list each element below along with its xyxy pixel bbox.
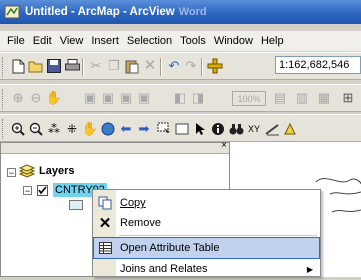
menu-item-remove[interactable]: ✕ Remove — [94, 213, 319, 233]
fixed-zoom-in-icon[interactable]: ⁂ — [46, 121, 62, 137]
menu-view[interactable]: View — [60, 35, 84, 47]
hyperlink-icon[interactable] — [282, 121, 298, 137]
select-features-icon[interactable] — [156, 121, 172, 137]
menu-help[interactable]: Help — [261, 35, 284, 47]
zoom-100-icon[interactable]: ▣ — [100, 90, 116, 106]
menu-item-open-attribute-table[interactable]: Open Attribute Table — [93, 237, 320, 259]
fixed-zoom-in-icon[interactable]: ▣ — [118, 90, 134, 106]
clear-selection-icon[interactable] — [174, 121, 190, 137]
find-binoculars-icon[interactable] — [228, 121, 244, 137]
data-driven-pages-icon[interactable]: ⊞ — [340, 90, 356, 106]
redo-icon[interactable]: ↷ — [183, 58, 199, 74]
zoom-out-icon[interactable] — [28, 121, 44, 137]
paste-icon[interactable] — [124, 58, 140, 74]
toolbar-separator — [82, 58, 84, 76]
back-extent-icon[interactable]: ◧ — [172, 90, 188, 106]
layers-stack-icon — [19, 164, 35, 178]
layout-zoom-in-icon[interactable]: ⊕ — [10, 90, 26, 106]
menu-item-open-attribute-table-label: Open Attribute Table — [120, 242, 220, 254]
delete-icon[interactable]: ✕ — [142, 58, 158, 74]
toc-layers-label[interactable]: Layers — [39, 165, 74, 177]
add-data-icon[interactable] — [207, 58, 223, 74]
menu-file[interactable]: File — [7, 35, 25, 47]
arcmap-app-icon — [4, 5, 20, 19]
focus-frame-icon[interactable]: ▥ — [294, 90, 310, 106]
toc-header: × — [1, 140, 229, 154]
layout-pan-icon[interactable]: ✋ — [46, 90, 62, 106]
toggle-draft-icon[interactable]: ▤ — [272, 90, 288, 106]
close-icon[interactable]: × — [221, 140, 227, 151]
zoom-whole-page-icon[interactable]: ▣ — [82, 90, 98, 106]
menu-bar: File Edit View Insert Selection Tools Wi… — [0, 31, 361, 51]
layout-toolbar: ⊕ ⊖ ✋ ▣ ▣ ▣ ▣ ◧ ◨ 100% ▤ ▥ ▦ ⊞ — [0, 84, 361, 112]
identify-icon[interactable] — [210, 121, 226, 137]
layout-zoom-out-icon[interactable]: ⊖ — [28, 90, 44, 106]
pan-hand-icon[interactable]: ✋ — [82, 121, 98, 137]
menu-separator — [119, 235, 317, 236]
toolbar-separator — [201, 58, 203, 76]
menu-item-joins-and-relates-label: Joins and Relates — [120, 263, 208, 275]
full-extent-globe-icon[interactable] — [100, 121, 116, 137]
window-title: Untitled - ArcMap - ArcView — [25, 6, 175, 18]
toolbar-separator — [160, 58, 162, 76]
undo-icon[interactable]: ↶ — [166, 58, 182, 74]
submenu-arrow-icon: ▶ — [306, 264, 313, 274]
map-scale-input[interactable]: 1:162,682,546 — [275, 56, 361, 74]
toolbar-grip[interactable] — [2, 57, 6, 77]
menu-tools[interactable]: Tools — [180, 35, 206, 47]
window-title-faded: Word — [178, 6, 207, 18]
layer-visibility-checkbox[interactable] — [37, 185, 48, 196]
cut-icon[interactable]: ✂ — [88, 58, 104, 74]
select-elements-pointer-icon[interactable] — [192, 121, 208, 137]
next-extent-icon[interactable]: ➡ — [136, 121, 152, 137]
toolbar-grip[interactable] — [2, 89, 6, 109]
change-layout-icon[interactable]: ▦ — [316, 90, 332, 106]
fixed-zoom-out-icon[interactable]: ▣ — [136, 90, 152, 106]
copy-icon — [94, 196, 116, 210]
standard-toolbar: ✂ ❐ ✕ ↶ ↷ 1:162,682,546 — [0, 52, 361, 80]
print-icon[interactable] — [64, 58, 80, 74]
toolbar-grip[interactable] — [2, 119, 6, 139]
menu-item-copy-label: Copy — [120, 197, 146, 209]
layer-symbol-swatch[interactable] — [69, 200, 83, 210]
new-document-icon[interactable] — [10, 58, 26, 74]
measure-icon[interactable] — [264, 121, 280, 137]
menu-item-remove-label: Remove — [120, 217, 161, 229]
menu-item-joins-and-relates[interactable]: Joins and Relates ▶ — [94, 259, 319, 279]
menu-edit[interactable]: Edit — [33, 35, 52, 47]
menu-selection[interactable]: Selection — [127, 35, 172, 47]
title-bar: Untitled - ArcMap - ArcView Word — [0, 0, 361, 24]
collapse-layers-icon[interactable]: − — [7, 168, 16, 178]
go-to-xy-icon[interactable]: XY — [246, 121, 262, 137]
tools-toolbar: ⁂ ⁜ ✋ ⬅ ➡ XY — [0, 114, 361, 142]
layer-context-menu: Copy ✕ Remove Open Attribute Table Joins… — [92, 189, 321, 277]
forward-extent-icon[interactable]: ◨ — [190, 90, 206, 106]
zoom-percent-combo[interactable]: 100% — [232, 91, 266, 106]
collapse-layer-icon[interactable]: − — [23, 186, 32, 196]
table-icon — [94, 242, 116, 254]
open-folder-icon[interactable] — [28, 58, 44, 74]
menu-window[interactable]: Window — [214, 35, 253, 47]
remove-x-icon: ✕ — [98, 215, 112, 232]
menu-insert[interactable]: Insert — [91, 35, 119, 47]
previous-extent-icon[interactable]: ⬅ — [118, 121, 134, 137]
zoom-in-icon[interactable] — [10, 121, 26, 137]
menu-item-copy[interactable]: Copy — [94, 193, 319, 213]
copy-toolbar-icon[interactable]: ❐ — [106, 58, 122, 74]
fixed-zoom-out-icon[interactable]: ⁜ — [64, 121, 80, 137]
save-icon[interactable] — [46, 58, 62, 74]
